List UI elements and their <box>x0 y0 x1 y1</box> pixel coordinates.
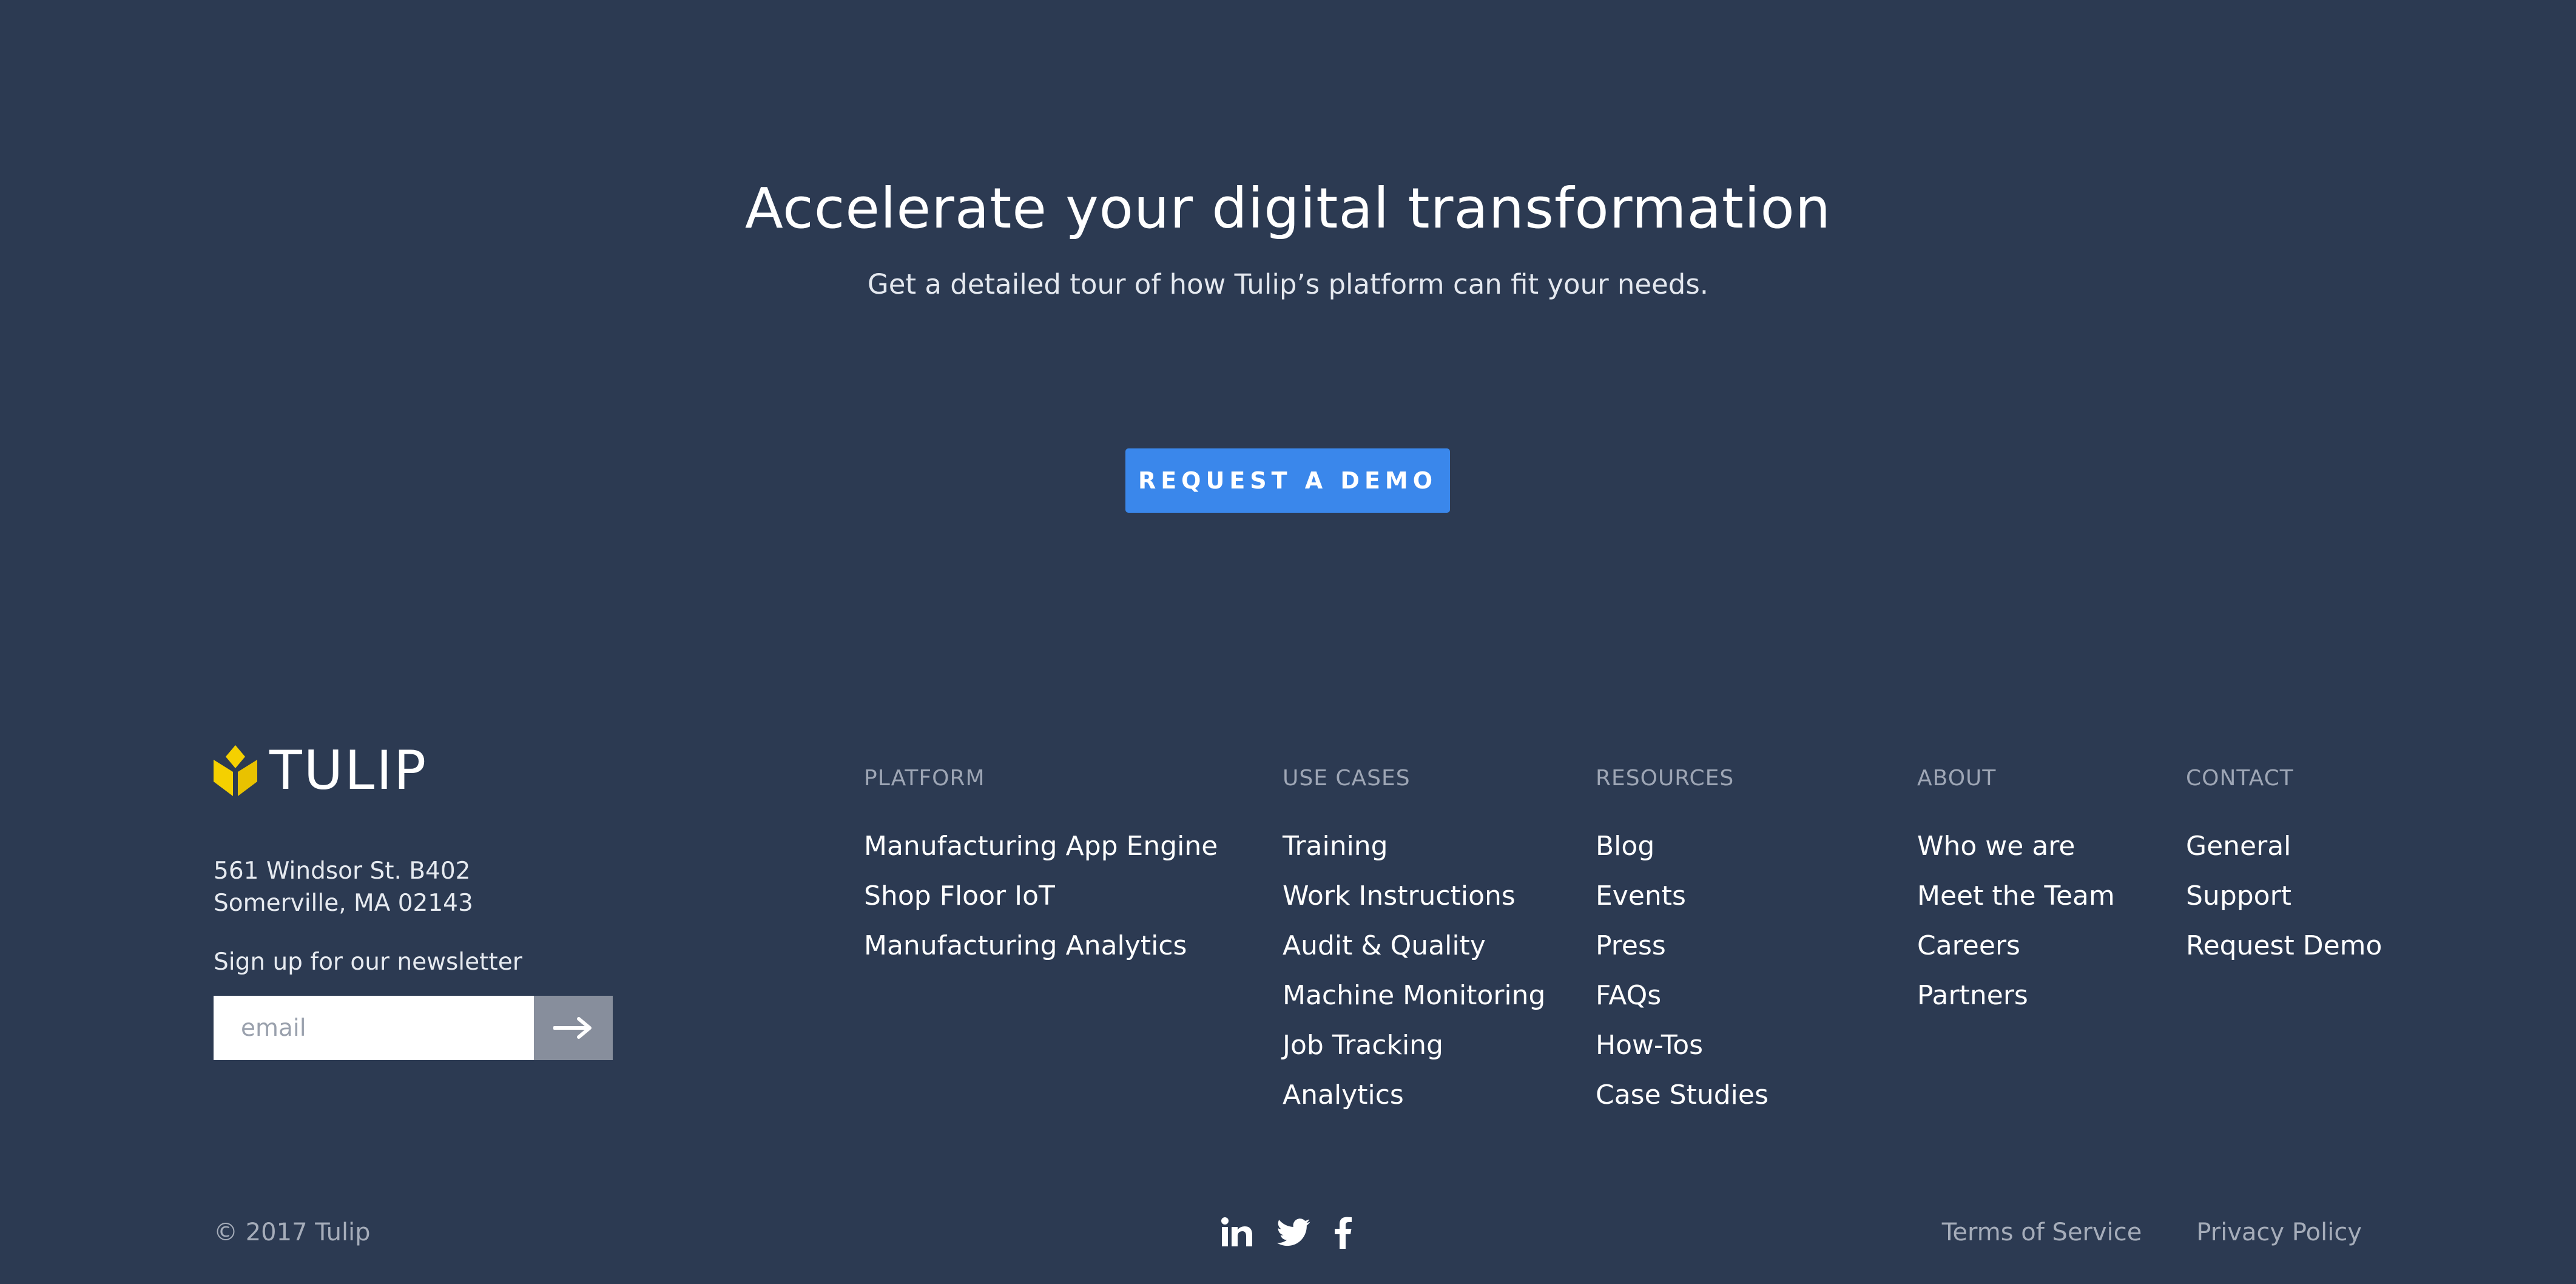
footer-column-heading: ABOUT <box>1917 766 1997 791</box>
footer-link[interactable]: Support <box>2186 871 2382 921</box>
tulip-logo-icon <box>214 745 257 796</box>
facebook-icon <box>1335 1217 1352 1249</box>
footer-link[interactable]: Case Studies <box>1596 1070 1768 1120</box>
footer-link-list: Blog Events Press FAQs How-Tos Case Stud… <box>1596 822 1768 1120</box>
newsletter-submit-button[interactable] <box>534 996 613 1060</box>
footer-column-heading: RESOURCES <box>1596 766 1735 791</box>
terms-of-service-link[interactable]: Terms of Service <box>1942 1218 2142 1246</box>
footer-link[interactable]: Who we are <box>1917 822 2115 871</box>
footer-link[interactable]: Shop Floor IoT <box>864 871 1218 921</box>
footer-column-about: ABOUT Who we are Meet the Team Careers P… <box>1917 766 2115 1021</box>
footer-link[interactable]: Request Demo <box>2186 921 2382 971</box>
footer-link[interactable]: Training <box>1283 822 1545 871</box>
footer-link[interactable]: Manufacturing App Engine <box>864 822 1218 871</box>
footer-link-list: General Support Request Demo <box>2186 822 2382 971</box>
footer-link[interactable]: Work Instructions <box>1283 871 1545 921</box>
cta-subtitle: Get a detailed tour of how Tulip’s platf… <box>867 268 1709 300</box>
footer-link[interactable]: Press <box>1596 921 1768 971</box>
social-links <box>1221 1212 1375 1252</box>
footer-column-resources: RESOURCES Blog Events Press FAQs How-Tos… <box>1596 766 1768 1120</box>
footer-link-list: Who we are Meet the Team Careers Partner… <box>1917 822 2115 1021</box>
footer-page: Accelerate your digital transformation G… <box>0 0 2576 1284</box>
twitter-link[interactable] <box>1276 1218 1310 1246</box>
facebook-link[interactable] <box>1334 1216 1352 1249</box>
footer-column-use-cases: USE CASES Training Work Instructions Aud… <box>1283 766 1545 1120</box>
footer-link-list: Training Work Instructions Audit & Quali… <box>1283 822 1545 1120</box>
footer-link[interactable]: Events <box>1596 871 1768 921</box>
logo-wordmark: TULIP <box>269 739 428 802</box>
footer-link[interactable]: General <box>2186 822 2382 871</box>
footer-link[interactable]: Job Tracking <box>1283 1021 1545 1070</box>
footer-column-heading: USE CASES <box>1283 766 1411 791</box>
footer-column-heading: PLATFORM <box>864 766 985 791</box>
newsletter-label: Sign up for our newsletter <box>214 948 522 976</box>
footer-link-list: Manufacturing App Engine Shop Floor IoT … <box>864 822 1218 971</box>
footer-link[interactable]: Meet the Team <box>1917 871 2115 921</box>
footer-link[interactable]: Manufacturing Analytics <box>864 921 1218 971</box>
footer-link[interactable]: FAQs <box>1596 971 1768 1021</box>
address-line-2: Somerville, MA 02143 <box>214 890 473 917</box>
twitter-icon <box>1276 1218 1310 1246</box>
footer-column-heading: CONTACT <box>2186 766 2294 791</box>
request-demo-button[interactable]: REQUEST A DEMO <box>1125 448 1450 513</box>
footer-link[interactable]: Partners <box>1917 971 2115 1021</box>
footer-column-platform: PLATFORM Manufacturing App Engine Shop F… <box>864 766 1218 971</box>
tulip-logo[interactable]: TULIP <box>214 743 428 798</box>
copyright-text: © 2017 Tulip <box>214 1218 371 1246</box>
cta-title: Accelerate your digital transformation <box>744 176 1832 241</box>
linkedin-link[interactable] <box>1221 1217 1253 1248</box>
linkedin-icon <box>1221 1217 1252 1246</box>
arrow-right-icon <box>553 1017 592 1039</box>
privacy-policy-link[interactable]: Privacy Policy <box>2196 1218 2362 1246</box>
footer-link[interactable]: Audit & Quality <box>1283 921 1545 971</box>
company-address: 561 Windsor St. B402 Somerville, MA 0214… <box>214 855 473 919</box>
footer-link[interactable]: Blog <box>1596 822 1768 871</box>
address-line-1: 561 Windsor St. B402 <box>214 857 471 885</box>
footer-link[interactable]: How-Tos <box>1596 1021 1768 1070</box>
footer-link[interactable]: Careers <box>1917 921 2115 971</box>
footer-link[interactable]: Machine Monitoring <box>1283 971 1545 1021</box>
newsletter-form <box>214 996 613 1060</box>
footer-link[interactable]: Analytics <box>1283 1070 1545 1120</box>
footer-column-contact: CONTACT General Support Request Demo <box>2186 766 2382 971</box>
legal-links: Terms of Service Privacy Policy <box>1887 1218 2362 1246</box>
email-input[interactable] <box>214 996 534 1060</box>
